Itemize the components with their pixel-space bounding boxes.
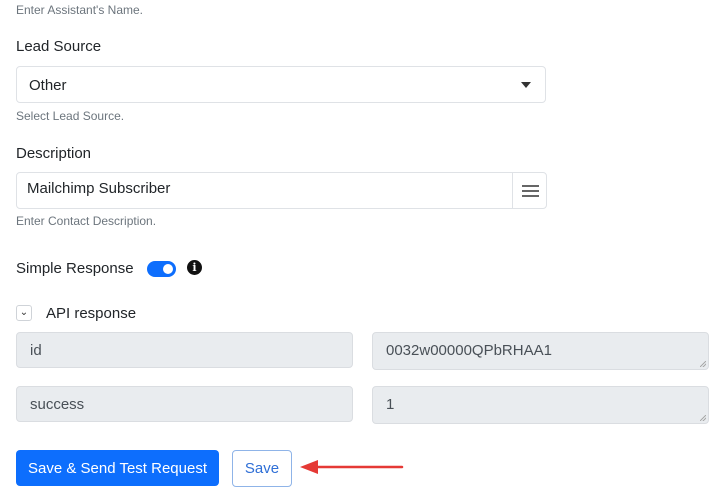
toggle-knob	[163, 264, 173, 274]
api-response-label: API response	[46, 305, 137, 322]
response-value: 0032w00000QPbRHAA1	[386, 342, 552, 359]
chevron-down-icon[interactable]: ⌄	[16, 305, 32, 321]
lead-source-select[interactable]: Other	[16, 66, 546, 103]
pointer-arrow-icon	[300, 460, 404, 474]
resize-handle-icon[interactable]	[700, 361, 706, 367]
response-value: 1	[386, 396, 395, 413]
assistant-name-help: Enter Assistant's Name.	[16, 3, 144, 17]
menu-icon	[522, 185, 539, 187]
field-menu-button[interactable]	[512, 172, 547, 209]
response-key-field[interactable]: id	[16, 332, 353, 368]
save-button[interactable]: Save	[232, 450, 292, 487]
info-icon[interactable]: i	[187, 260, 202, 275]
response-value-field[interactable]: 1	[372, 386, 709, 424]
simple-response-toggle[interactable]	[147, 261, 176, 277]
description-value: Mailchimp Subscriber	[27, 180, 171, 197]
response-value-field[interactable]: 0032w00000QPbRHAA1	[372, 332, 709, 370]
description-label: Description	[16, 145, 92, 162]
save-and-send-test-button[interactable]: Save & Send Test Request	[16, 450, 219, 486]
menu-icon-bar	[522, 195, 539, 197]
response-key: success	[30, 396, 85, 413]
resize-handle-icon[interactable]	[700, 415, 706, 421]
description-help: Enter Contact Description.	[16, 214, 157, 228]
response-key: id	[30, 342, 42, 359]
menu-icon-bar	[522, 190, 539, 192]
description-input[interactable]: Mailchimp Subscriber	[16, 172, 513, 209]
lead-source-value: Other	[29, 77, 67, 94]
lead-source-label: Lead Source	[16, 38, 102, 55]
lead-source-help: Select Lead Source.	[16, 109, 125, 123]
simple-response-label: Simple Response	[16, 260, 134, 277]
response-key-field[interactable]: success	[16, 386, 353, 422]
caret-down-icon	[521, 82, 531, 88]
arrow-head	[300, 460, 318, 474]
